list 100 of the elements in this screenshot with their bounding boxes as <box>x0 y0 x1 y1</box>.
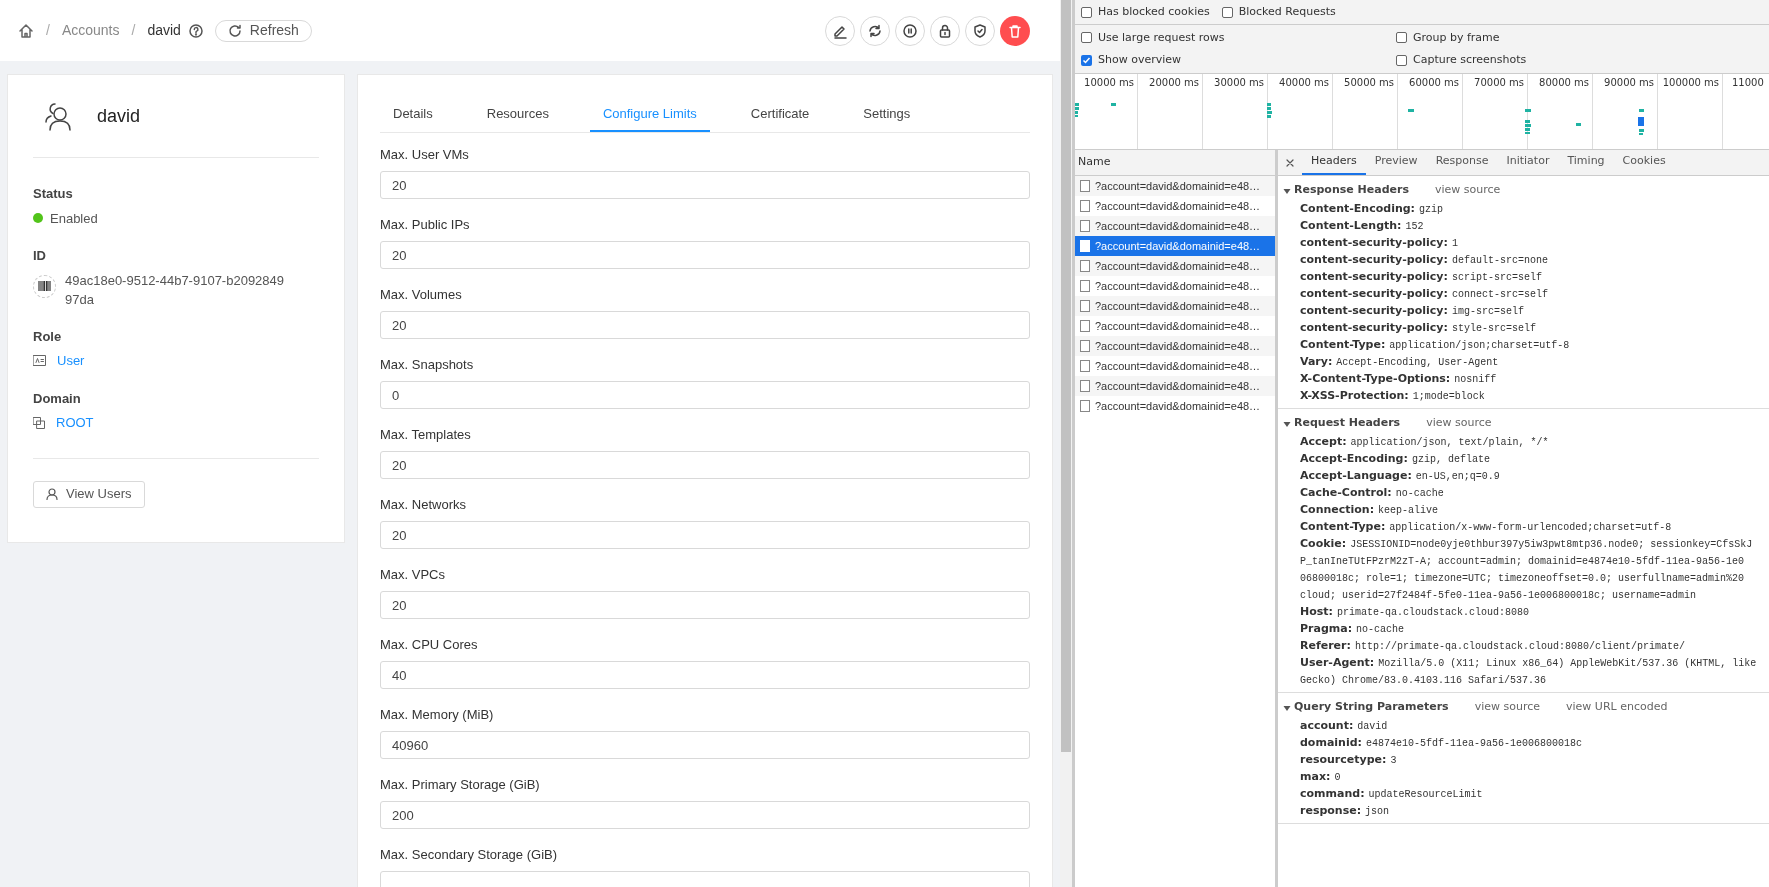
timeline-tick: 40000 ms <box>1279 77 1329 88</box>
input-field[interactable]: 40 <box>380 661 1030 689</box>
pause-button[interactable] <box>895 15 925 46</box>
section-title[interactable]: Request Headers <box>1294 415 1401 432</box>
refresh-button[interactable]: Refresh <box>214 19 312 42</box>
breadcrumb-separator: / <box>46 21 50 40</box>
header-value: Accept-Encoding, User-Agent <box>1336 356 1499 370</box>
view-link[interactable]: view source <box>1435 182 1501 199</box>
header-value: script-src=self <box>1451 271 1542 285</box>
lock-button[interactable] <box>930 15 960 46</box>
header-value: style-src=self <box>1451 322 1536 336</box>
header-name: Cookie: <box>1300 536 1347 553</box>
input-field[interactable]: 0 <box>380 381 1030 409</box>
input-field[interactable]: 40960 <box>380 731 1030 759</box>
checkbox[interactable] <box>1396 32 1407 44</box>
tab[interactable]: Cookies <box>1613 150 1675 175</box>
timeline-tick: 30000 ms <box>1214 77 1264 88</box>
request-name: ?account=david&domainid=e48… <box>1095 198 1261 214</box>
detail-label: Status <box>33 185 74 203</box>
shield-button[interactable] <box>965 15 995 46</box>
header-name: domainid: <box>1300 735 1362 752</box>
view-link[interactable]: view source <box>1426 415 1492 432</box>
breadcrumb-link[interactable]: Accounts <box>61 20 120 41</box>
input-field[interactable]: 20 <box>380 591 1030 619</box>
trash-icon <box>1007 22 1023 39</box>
document-icon <box>1080 240 1090 252</box>
tab[interactable]: Timing <box>1558 150 1614 175</box>
header-value: application/json;charset=utf-8 <box>1389 339 1570 353</box>
request-row[interactable]: ?account=david&domainid=e48… <box>1075 236 1275 256</box>
checkbox[interactable] <box>1081 6 1092 18</box>
checkbox[interactable] <box>1221 6 1233 18</box>
input-field[interactable]: 20 <box>380 451 1030 479</box>
delete-button[interactable] <box>1000 15 1030 46</box>
request-row[interactable]: ?account=david&domainid=e48… <box>1075 176 1275 196</box>
scrollbar-thumb[interactable] <box>1061 0 1071 752</box>
sync-button[interactable] <box>860 15 890 46</box>
tab[interactable]: Details <box>380 97 446 132</box>
input-field[interactable]: 20 <box>380 241 1030 269</box>
input-field[interactable]: 20 <box>380 521 1030 549</box>
request-row[interactable]: ?account=david&domainid=e48… <box>1075 256 1275 276</box>
request-row[interactable]: ?account=david&domainid=e48… <box>1075 376 1275 396</box>
input-field[interactable]: 20 <box>380 171 1030 199</box>
section-title[interactable]: Response Headers <box>1294 182 1409 199</box>
user-icon <box>46 488 58 500</box>
tab[interactable]: Preview <box>1365 150 1427 175</box>
breadcrumb-separator: / <box>131 21 136 40</box>
header-value: 1 <box>1451 237 1458 251</box>
view-link[interactable]: view source <box>1474 699 1540 716</box>
document-icon <box>1080 320 1090 332</box>
copy-icon <box>33 416 45 429</box>
status-text: Enabled <box>50 209 98 228</box>
request-row[interactable]: ?account=david&domainid=e48… <box>1075 336 1275 356</box>
header-value: http://primate-qa.cloudstack.cloud:8080/client/primate/ <box>1354 640 1685 654</box>
header-name: Vary: <box>1300 354 1333 371</box>
triangle-icon <box>1283 419 1291 428</box>
triangle-icon <box>1283 186 1291 195</box>
view-link[interactable]: view URL encoded <box>1566 699 1668 716</box>
checkbox-label: Blocked Requests <box>1238 3 1336 20</box>
header-name: Pragma: <box>1300 621 1353 638</box>
detail-label: Role <box>33 327 63 346</box>
header-value: json <box>1365 805 1390 819</box>
checkbox[interactable] <box>1081 54 1092 66</box>
tab[interactable]: Initiator <box>1497 150 1559 175</box>
section-title[interactable]: Query String Parameters <box>1294 699 1449 716</box>
timeline-tick: 90000 ms <box>1604 77 1654 88</box>
tab[interactable]: Settings <box>850 97 924 132</box>
header-value: 152 <box>1405 220 1424 234</box>
header-value: connect-src=self <box>1451 288 1548 302</box>
field-label: Max. Snapshots <box>380 356 475 374</box>
header-value: cloud; userid=27f2484f-5fe0-11ea-9a56-1e006800018c; username=admin <box>1300 589 1697 603</box>
timeline-tick: 70000 ms <box>1474 77 1524 88</box>
header-value: JSESSIONID=node0yje0thbur397y5iw3pwt8mtp36.node0; sessionkey=CfsSkJ <box>1350 538 1753 552</box>
request-row[interactable]: ?account=david&domainid=e48… <box>1075 216 1275 236</box>
header-name: Content-Length: <box>1300 218 1402 235</box>
view-users-button[interactable]: View Users <box>33 480 145 508</box>
request-name: ?account=david&domainid=e48… <box>1095 378 1261 394</box>
tab[interactable]: Resources <box>473 97 562 132</box>
header-name: Accept: <box>1300 434 1347 451</box>
input-field[interactable]: 20 <box>380 311 1030 339</box>
edit-button[interactable] <box>825 15 855 46</box>
field-label: Max. Secondary Storage (GiB) <box>380 846 559 864</box>
help-icon <box>188 23 203 38</box>
header-value: default-src=none <box>1451 254 1548 268</box>
tab[interactable]: Headers <box>1302 150 1366 175</box>
field-label: Max. Public IPs <box>380 216 471 234</box>
id-value: 49ac18e0-9512-44b7-9107-b209284997da <box>65 271 286 309</box>
header-value: en-US,en;q=0.9 <box>1415 470 1500 484</box>
document-icon <box>1080 400 1090 412</box>
shield-icon <box>972 22 988 39</box>
detail-label: ID <box>33 247 47 265</box>
header-value: application/x-www-form-urlencoded;charset=utf-8 <box>1389 521 1672 535</box>
header-name: Content-Encoding: <box>1300 201 1415 218</box>
input-field[interactable]: 200 <box>380 801 1030 829</box>
header-value: primate-qa.cloudstack.cloud:8080 <box>1336 606 1529 620</box>
field-label: Max. Memory (MiB) <box>380 706 495 724</box>
request-row[interactable]: ?account=david&domainid=e48… <box>1075 296 1275 316</box>
checkbox[interactable] <box>1396 54 1407 66</box>
tab[interactable]: Certificate <box>737 97 823 132</box>
checkbox[interactable] <box>1081 32 1092 44</box>
tab[interactable]: Response <box>1426 150 1498 175</box>
